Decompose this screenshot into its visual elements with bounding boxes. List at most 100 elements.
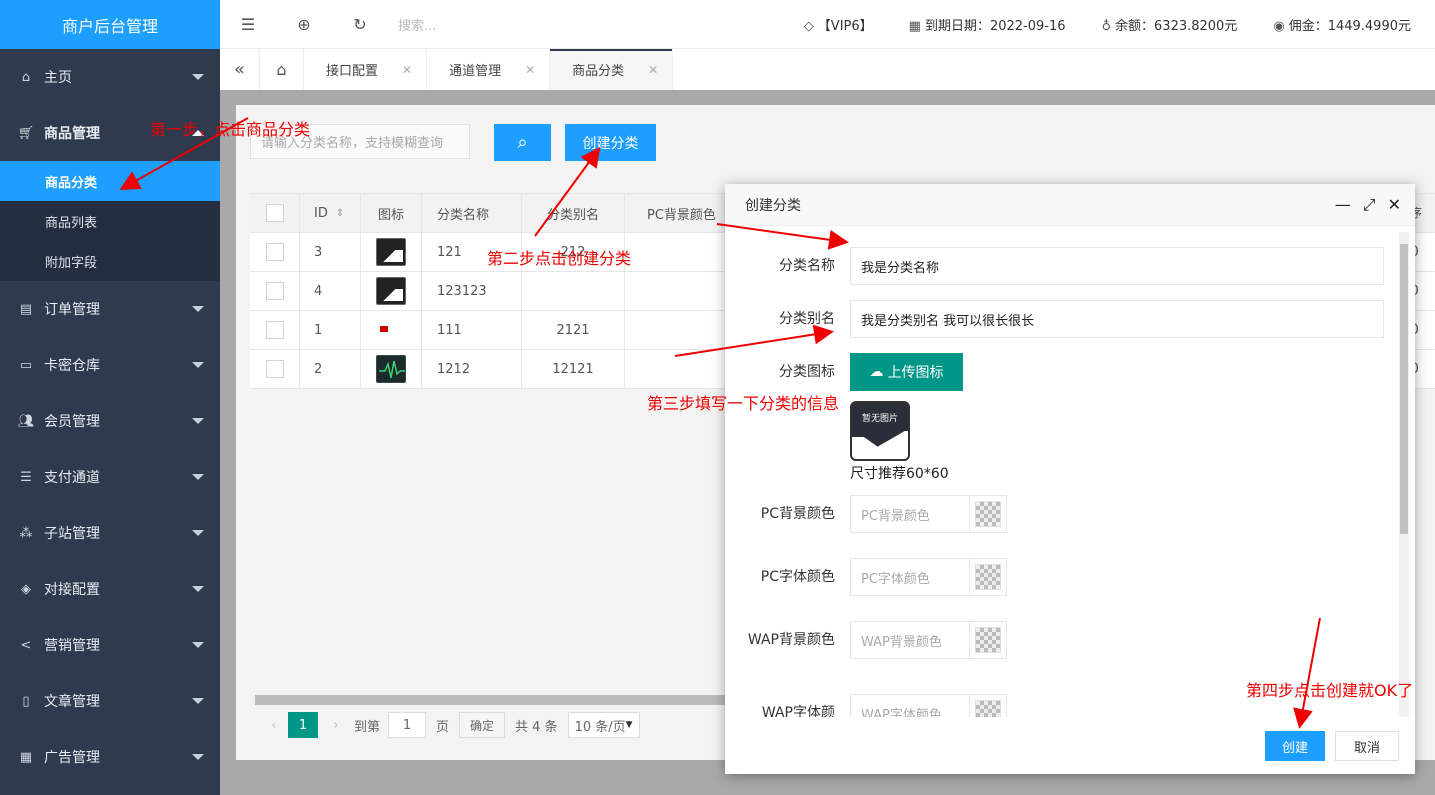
top-search-input[interactable]: 搜索...	[398, 15, 698, 34]
color-picker-icon[interactable]	[970, 559, 1006, 595]
wap-bg-color-input[interactable]: WAP背景颜色	[850, 621, 1007, 659]
prev-page-icon[interactable]: ‹	[260, 718, 288, 733]
upload-label: 上传图标	[887, 365, 944, 381]
header-id[interactable]: ID ⇕	[300, 194, 361, 232]
table-horizontal-scrollbar[interactable]	[255, 695, 735, 705]
vip-badge: ◇ 【VIP6】	[804, 15, 873, 34]
pc-font-placeholder[interactable]: PC字体颜色	[851, 559, 970, 595]
document-icon: ▯	[22, 693, 30, 709]
sidebar-item-docking[interactable]: ◈ 对接配置	[0, 561, 220, 617]
users-icon: 👥︎	[17, 413, 35, 429]
color-picker-icon[interactable]	[970, 622, 1006, 658]
pc-font-label: PC字体颜色	[760, 569, 835, 585]
page-current[interactable]: 1	[288, 712, 318, 738]
tab-goods-category[interactable]: 商品分类 ✕	[550, 49, 674, 90]
preview-text: 暂无图片	[861, 414, 898, 424]
row-thumbnail	[361, 311, 422, 349]
balance-text: 余额：6323.8200元	[1115, 18, 1238, 34]
sidebar-item-goods-list[interactable]: 商品列表	[0, 201, 220, 241]
tab-label: 商品分类	[572, 64, 625, 79]
row-checkbox[interactable]	[250, 233, 300, 271]
chevron-down-icon	[192, 362, 204, 368]
sidebar-item-payment[interactable]: ☰ 支付通道	[0, 449, 220, 505]
sort-icon[interactable]: ⇕	[336, 208, 344, 219]
double-chevron-left-icon[interactable]: «	[220, 49, 260, 90]
category-name-field[interactable]: 我是分类名称	[850, 247, 1384, 285]
cart-icon: 🛒︎	[17, 125, 35, 141]
pc-bg-color-input[interactable]: PC背景颜色	[850, 495, 1007, 533]
search-button[interactable]: ⌕	[494, 124, 551, 161]
row-thumbnail	[361, 350, 422, 388]
sidebar-item-category[interactable]: 商品分类	[0, 161, 220, 201]
sidebar-item-members[interactable]: 👥︎ 会员管理	[0, 393, 220, 449]
refresh-icon[interactable]: ↻	[332, 15, 388, 34]
name-label: 分类名称	[779, 258, 835, 274]
wap-bg-placeholder[interactable]: WAP背景颜色	[851, 622, 970, 658]
row-checkbox[interactable]	[250, 272, 300, 310]
color-picker-icon[interactable]	[970, 496, 1006, 532]
cloud-upload-icon: ☁	[869, 364, 884, 380]
image-placeholder-icon	[376, 277, 406, 305]
dialog-controls: — ⤢ ✕	[1335, 195, 1415, 215]
menu-toggle-icon[interactable]: ☰	[220, 15, 276, 34]
sidebar-item-label: 会员管理	[44, 414, 100, 430]
chevron-down-icon	[192, 418, 204, 424]
goto-label: 到第	[354, 719, 381, 735]
create-category-button[interactable]: 创建分类	[565, 124, 656, 161]
wap-font-placeholder[interactable]: WAP字体颜色	[851, 695, 970, 717]
globe-icon[interactable]: ⊕	[276, 15, 332, 34]
maximize-icon[interactable]: ⤢	[1363, 195, 1376, 215]
commission: ◉ 佣金：1449.4990元	[1273, 15, 1411, 34]
sidebar-item-marketing[interactable]: < 营销管理	[0, 617, 220, 673]
icon-preview: 暂无图片	[850, 401, 910, 461]
sidebar-item-label: 子站管理	[44, 526, 100, 542]
minimize-icon[interactable]: —	[1335, 195, 1351, 215]
goto-confirm-button[interactable]: 确定	[459, 712, 506, 738]
category-alias-field[interactable]: 我是分类别名 我可以很长很长	[850, 300, 1384, 338]
per-page-select[interactable]: 10 条/页 ▼	[567, 712, 640, 738]
sidebar-item-articles[interactable]: ▯ 文章管理	[0, 673, 220, 729]
home-tab-icon[interactable]: ⌂	[260, 49, 304, 90]
sidebar-item-orders[interactable]: ▤ 订单管理	[0, 281, 220, 337]
row-id: 1	[300, 311, 361, 349]
sidebar-item-home[interactable]: ⌂ 主页	[0, 49, 220, 105]
row-checkbox[interactable]	[250, 350, 300, 388]
waveform-icon	[376, 355, 406, 383]
row-checkbox[interactable]	[250, 311, 300, 349]
create-button[interactable]: 创建	[1265, 731, 1325, 761]
cancel-button[interactable]: 取消	[1335, 731, 1399, 761]
close-icon[interactable]: ✕	[648, 63, 658, 77]
select-all-checkbox[interactable]	[250, 194, 300, 232]
pc-font-color-input[interactable]: PC字体颜色	[850, 558, 1007, 596]
chevron-down-icon	[192, 586, 204, 592]
close-icon[interactable]: ✕	[1388, 195, 1401, 215]
dialog-body: 分类名称 我是分类名称 分类别名 我是分类别名 我可以很长很长 分类图标 ☁ 上…	[725, 227, 1415, 717]
sidebar-item-extra-fields[interactable]: 附加字段	[0, 241, 220, 281]
dialog-scrollbar[interactable]	[1399, 232, 1409, 717]
annotation-step4: 第四步点击创建就OK了	[1246, 681, 1414, 700]
close-icon[interactable]: ✕	[525, 63, 535, 77]
sidebar-item-substation[interactable]: ⁂ 子站管理	[0, 505, 220, 561]
alias-label: 分类别名	[779, 311, 835, 327]
sidebar-item-label: 营销管理	[44, 638, 100, 654]
tab-interface-config[interactable]: 接口配置 ✕	[304, 49, 428, 90]
upload-icon-button[interactable]: ☁ 上传图标	[850, 353, 963, 391]
submenu-goods: 商品分类 商品列表 附加字段	[0, 161, 220, 281]
diamond-icon: ◇	[803, 18, 814, 34]
next-page-icon[interactable]: ›	[318, 718, 354, 733]
color-picker-icon[interactable]	[970, 695, 1006, 717]
sidebar-item-ads[interactable]: ▦ 广告管理	[0, 729, 220, 785]
dropdown-arrow-icon: ▼	[625, 720, 633, 730]
pc-bg-placeholder[interactable]: PC背景颜色	[851, 496, 970, 532]
close-icon[interactable]: ✕	[402, 63, 412, 77]
sidebar-item-label: 文章管理	[44, 694, 100, 710]
red-image-icon	[376, 316, 406, 344]
tag-icon: ◈	[21, 581, 31, 597]
list-icon: ☰	[20, 469, 32, 485]
chevron-down-icon	[192, 642, 204, 648]
sidebar-item-cards[interactable]: ▭ 卡密仓库	[0, 337, 220, 393]
wap-font-color-input[interactable]: WAP字体颜色	[850, 694, 1007, 717]
tab-channel-manage[interactable]: 通道管理 ✕	[427, 49, 551, 90]
goto-page-input[interactable]: 1	[388, 712, 427, 738]
chevron-down-icon	[192, 74, 204, 80]
